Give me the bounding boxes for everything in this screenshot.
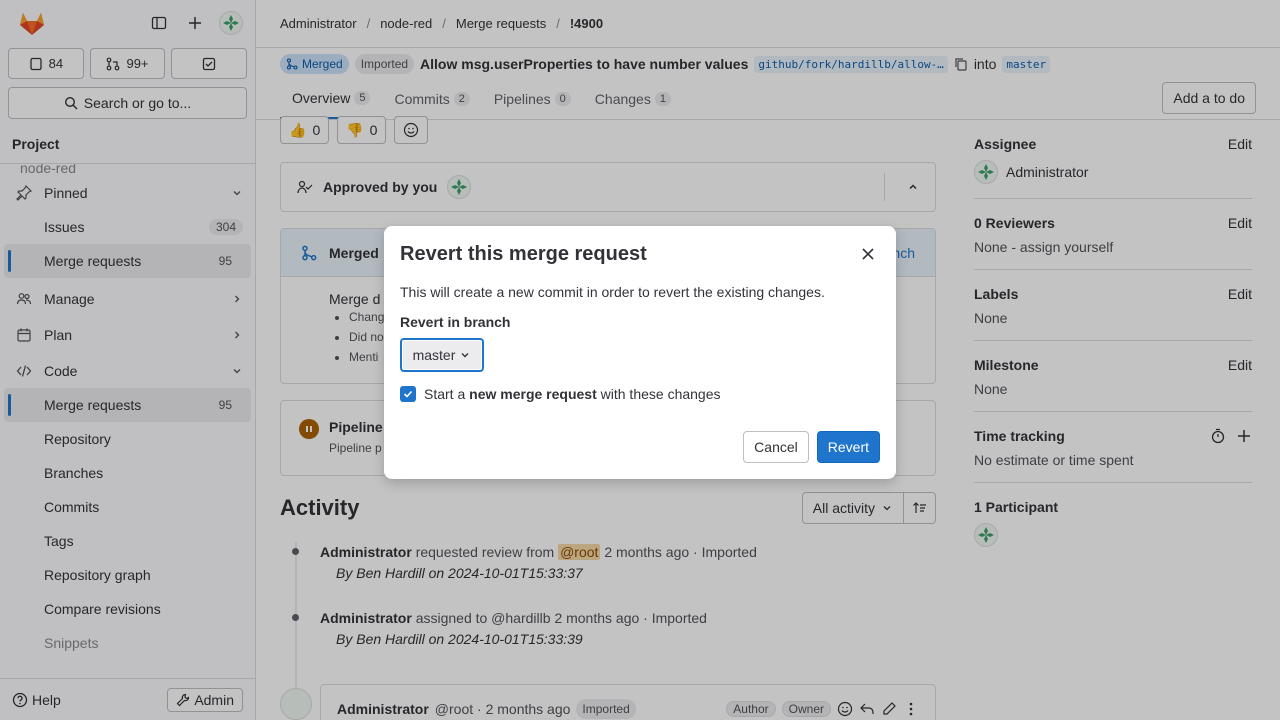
check-icon <box>403 390 413 398</box>
checkbox-text-bold: new merge request <box>469 386 597 402</box>
checkbox-text: Start a <box>424 386 470 402</box>
cancel-button[interactable]: Cancel <box>743 431 809 463</box>
new-mr-checkbox[interactable] <box>400 386 416 402</box>
modal-title: Revert this merge request <box>400 243 647 265</box>
new-mr-option: Start a new merge request with these cha… <box>400 386 880 402</box>
modal-description: This will create a new commit in order t… <box>400 284 825 300</box>
branch-label: Revert in branch <box>400 314 511 330</box>
chevron-down-icon <box>461 353 469 358</box>
branch-select[interactable]: master <box>400 338 484 372</box>
new-mr-checkbox-label: Start a new merge request with these cha… <box>424 386 721 402</box>
checkbox-text: with these changes <box>596 386 721 402</box>
branch-select-value: master <box>412 347 456 363</box>
revert-button[interactable]: Revert <box>816 431 880 463</box>
close-icon[interactable] <box>856 242 880 266</box>
revert-modal: Revert this merge request This will crea… <box>384 226 896 479</box>
